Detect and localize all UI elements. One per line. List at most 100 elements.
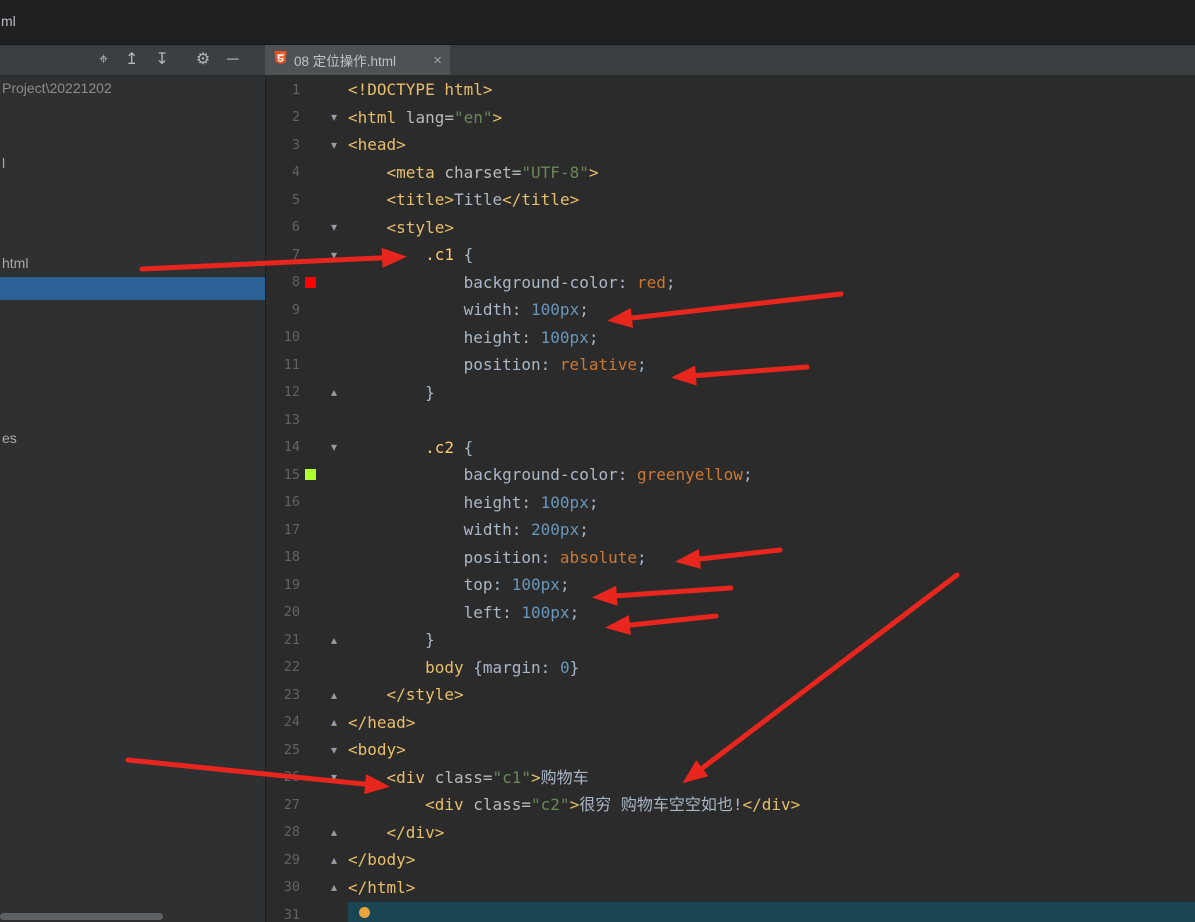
bottom-tool-strip (348, 902, 1195, 922)
code-text: background-color: red; (463, 272, 676, 292)
line-number: 21 (283, 631, 300, 648)
code-line[interactable]: 14 ▾ .c2 { (266, 434, 1195, 462)
fold-marker-icon[interactable]: ▾ (320, 744, 348, 756)
tree-item[interactable]: Project\20221202 (2, 80, 112, 96)
code-text: .c1 { (425, 245, 474, 264)
line-number: 8 (291, 274, 300, 291)
fold-marker-icon[interactable]: ▾ (320, 249, 348, 261)
title-bar-text: ml (1, 13, 16, 29)
code-line[interactable]: 6 ▾ <style> (266, 214, 1195, 242)
code-line[interactable]: 21 ▴ } (266, 626, 1195, 654)
project-panel: Project\20221202 l html es (0, 76, 265, 922)
line-number: 28 (283, 824, 300, 841)
code-text: left: 100px; (463, 602, 580, 622)
line-number: 4 (291, 164, 300, 181)
code-text: top: 100px; (463, 575, 570, 594)
fold-marker-icon[interactable]: ▴ (320, 716, 348, 728)
horizontal-scrollbar-thumb[interactable] (0, 913, 163, 920)
fold-marker-icon[interactable]: ▾ (320, 771, 348, 783)
html-file-icon (273, 50, 288, 70)
line-number: 3 (291, 136, 300, 153)
code-line[interactable]: 17 width: 200px; (266, 516, 1195, 544)
code-line[interactable]: 23 ▴ </style> (266, 681, 1195, 709)
code-line[interactable]: 12 ▴ } (266, 379, 1195, 407)
fold-marker-icon[interactable]: ▾ (320, 111, 348, 123)
line-number: 13 (283, 411, 300, 428)
fold-marker-icon[interactable]: ▴ (320, 854, 348, 866)
code-text: background-color: greenyellow; (463, 465, 753, 484)
line-number: 25 (283, 741, 300, 758)
line-number: 31 (283, 906, 300, 922)
fold-marker-icon[interactable]: ▴ (320, 826, 348, 838)
code-line[interactable]: 22 body {margin: 0} (266, 654, 1195, 682)
scroll-down-icon[interactable]: ↧ (155, 52, 168, 68)
line-number: 2 (291, 109, 300, 126)
line-number: 15 (283, 466, 300, 483)
code-line[interactable]: 18 position: absolute; (266, 544, 1195, 572)
code-line[interactable]: 20 left: 100px; (266, 599, 1195, 627)
code-text: <meta charset="UTF-8"> (386, 162, 599, 182)
line-number: 1 (291, 81, 300, 98)
code-line[interactable]: 10 height: 100px; (266, 324, 1195, 352)
fold-marker-icon[interactable]: ▴ (320, 689, 348, 701)
code-line[interactable]: 5 <title>Title</title> (266, 186, 1195, 214)
tree-item[interactable]: l (2, 155, 5, 171)
code-text: </head> (348, 712, 416, 732)
code-text: <!DOCTYPE html> (348, 80, 493, 99)
code-line[interactable]: 29 ▴ </body> (266, 846, 1195, 874)
code-line[interactable]: 25 ▾ <body> (266, 736, 1195, 764)
line-number: 5 (291, 191, 300, 208)
code-text: <div class="c1">购物车 (386, 767, 589, 787)
code-line[interactable]: 2 ▾ <html lang="en"> (266, 104, 1195, 132)
line-number: 19 (283, 576, 300, 593)
code-line[interactable]: 13 (266, 406, 1195, 434)
line-number: 14 (283, 439, 300, 456)
code-line[interactable]: 27 <div class="c2">很穷 购物车空空如也!</div> (266, 791, 1195, 819)
code-text: width: 100px; (463, 300, 589, 319)
fold-marker-icon[interactable]: ▴ (320, 634, 348, 646)
code-text: </body> (348, 850, 416, 869)
fold-marker-icon[interactable]: ▾ (320, 441, 348, 453)
code-line[interactable]: 30 ▴ </html> (266, 874, 1195, 902)
settings-gear-icon[interactable]: ⚙ (196, 52, 210, 68)
color-swatch[interactable] (300, 469, 320, 481)
tab-08-positioning-html[interactable]: 08 定位操作.html × (265, 45, 450, 75)
fold-marker-icon[interactable]: ▴ (320, 386, 348, 398)
code-line[interactable]: 28 ▴ </div> (266, 819, 1195, 847)
code-text: .c2 { (425, 437, 474, 457)
code-line[interactable]: 1 <!DOCTYPE html> (266, 76, 1195, 104)
code-line[interactable]: 16 height: 100px; (266, 489, 1195, 517)
line-number: 20 (283, 604, 300, 621)
code-text: width: 200px; (463, 520, 589, 539)
code-line[interactable]: 26 ▾ <div class="c1">购物车 (266, 764, 1195, 792)
code-line[interactable]: 3 ▾ <head> (266, 131, 1195, 159)
line-number: 9 (291, 301, 300, 318)
orange-dot-icon (359, 907, 370, 918)
code-text: <div class="c2">很穷 购物车空空如也!</div> (425, 795, 801, 814)
scroll-up-icon[interactable]: ↥ (125, 52, 138, 68)
code-text: position: absolute; (463, 547, 647, 567)
fold-marker-icon[interactable]: ▾ (320, 139, 348, 151)
tree-item[interactable]: es (2, 430, 17, 446)
code-line[interactable]: 15 background-color: greenyellow; (266, 461, 1195, 489)
tool-strip: ⌖ ↥ ↧ ⚙ ─ 08 定位操作.html × (0, 45, 1195, 76)
code-line[interactable]: 24 ▴ </head> (266, 709, 1195, 737)
locate-file-icon[interactable]: ⌖ (99, 52, 108, 68)
fold-marker-icon[interactable]: ▴ (320, 881, 348, 893)
code-line[interactable]: 8 background-color: red; (266, 269, 1195, 297)
panel-toolbar: ⌖ ↥ ↧ ⚙ ─ (99, 45, 239, 75)
line-number: 11 (283, 356, 300, 373)
hide-panel-icon[interactable]: ─ (227, 52, 238, 68)
close-tab-icon[interactable]: × (433, 53, 442, 68)
fold-marker-icon[interactable]: ▾ (320, 221, 348, 233)
code-text: <body> (348, 740, 406, 759)
code-text: body {margin: 0} (425, 657, 580, 677)
code-line[interactable]: 4 <meta charset="UTF-8"> (266, 159, 1195, 187)
color-swatch[interactable] (300, 276, 320, 288)
code-line[interactable]: 11 position: relative; (266, 351, 1195, 379)
code-line[interactable]: 9 width: 100px; (266, 296, 1195, 324)
code-line[interactable]: 7 ▾ .c1 { (266, 241, 1195, 269)
line-number: 7 (291, 246, 300, 263)
tree-item[interactable]: html (2, 255, 28, 271)
code-line[interactable]: 19 top: 100px; (266, 571, 1195, 599)
